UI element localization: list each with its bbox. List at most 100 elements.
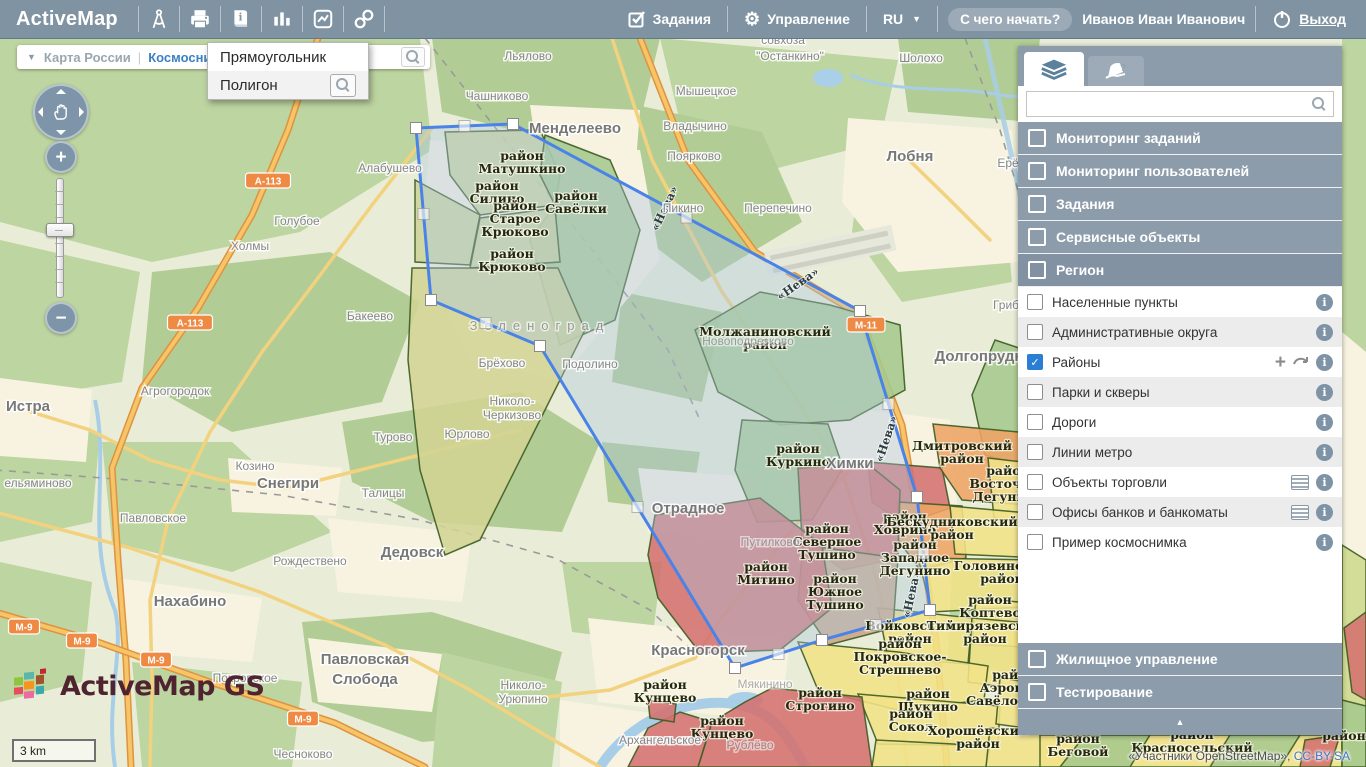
group-checkbox[interactable] [1028, 162, 1046, 180]
group-checkbox[interactable] [1028, 228, 1046, 246]
layer-row[interactable]: Объекты торговлиi [1018, 467, 1342, 497]
info-icon[interactable]: i [1316, 354, 1333, 371]
info-icon[interactable]: i [1316, 504, 1333, 521]
polygon-vertex-handle[interactable] [508, 119, 519, 130]
breadcrumb-root[interactable]: Карта России [44, 50, 131, 65]
city-label: Павловское [120, 511, 187, 525]
menu-item-1[interactable]: Прямоугольник [208, 43, 368, 71]
polygon-midpoint-handle[interactable] [918, 548, 929, 559]
city-label: Мышецкое [676, 84, 737, 98]
menu-search-button[interactable] [330, 74, 356, 97]
polygon-midpoint-handle[interactable] [871, 620, 882, 631]
layer-checkbox[interactable] [1027, 444, 1043, 460]
info-icon[interactable]: i [1316, 444, 1333, 461]
layer-checkbox[interactable] [1027, 294, 1043, 310]
polygon-vertex-handle[interactable] [925, 605, 936, 616]
layer-row[interactable]: Населенные пунктыi [1018, 287, 1342, 317]
group-checkbox[interactable] [1028, 129, 1046, 147]
zoom-slider-track[interactable] [56, 178, 64, 298]
city-label: Холмы [231, 239, 269, 253]
tab-legend[interactable]: ? [1088, 56, 1144, 86]
pan-control[interactable] [33, 84, 89, 140]
layer-row[interactable]: Административные округаi [1018, 317, 1342, 347]
polygon-midpoint-handle[interactable] [773, 649, 784, 660]
menu-item-2[interactable]: Полигон [208, 71, 368, 99]
pan-left-icon[interactable] [38, 107, 43, 117]
info-icon[interactable]: i [1316, 534, 1333, 551]
layer-group-header[interactable]: Тестирование [1018, 676, 1342, 709]
polygon-midpoint-handle[interactable] [883, 399, 894, 410]
group-checkbox[interactable] [1028, 683, 1046, 701]
layer-checkbox[interactable] [1027, 534, 1043, 550]
reference-button[interactable]: i [221, 0, 261, 38]
panel-collapse-button[interactable]: ▲ [1018, 709, 1342, 735]
layer-checkbox[interactable] [1027, 474, 1043, 490]
layer-row[interactable]: Пример космоснимкаi [1018, 527, 1342, 557]
info-icon[interactable]: i [1316, 474, 1333, 491]
layer-group-header[interactable]: Мониторинг заданий [1018, 122, 1342, 155]
pan-down-icon[interactable] [56, 130, 66, 135]
polygon-midpoint-handle[interactable] [480, 318, 491, 329]
layer-checkbox[interactable] [1027, 504, 1043, 520]
attribute-table-icon[interactable] [1291, 505, 1309, 520]
group-checkbox[interactable] [1028, 261, 1046, 279]
pan-right-icon[interactable] [79, 107, 84, 117]
reports-button[interactable] [303, 0, 343, 38]
logout-button[interactable]: Выход [1266, 9, 1352, 29]
info-icon[interactable]: i [1316, 324, 1333, 341]
user-name[interactable]: Иванов Иван Иванович [1082, 11, 1245, 27]
svg-text:А-113: А-113 [255, 177, 282, 188]
zoom-in-button[interactable]: + [45, 141, 77, 173]
layer-row[interactable]: Дорогиi [1018, 407, 1342, 437]
polygon-vertex-handle[interactable] [535, 341, 546, 352]
info-icon[interactable]: i [1316, 414, 1333, 431]
info-icon[interactable]: i [1316, 294, 1333, 311]
share-link-button[interactable] [344, 0, 384, 38]
polygon-vertex-handle[interactable] [411, 123, 422, 134]
polygon-midpoint-handle[interactable] [632, 502, 643, 513]
attribution-license-link[interactable]: CC-BY-SA [1294, 749, 1350, 763]
layer-group-header[interactable]: Жилищное управление [1018, 643, 1342, 676]
layer-checkbox[interactable] [1027, 324, 1043, 340]
layer-group-header[interactable]: Задания [1018, 188, 1342, 221]
polygon-vertex-handle[interactable] [855, 306, 866, 317]
statistics-button[interactable] [262, 0, 302, 38]
zoom-out-button[interactable]: − [45, 302, 77, 334]
polygon-vertex-handle[interactable] [817, 635, 828, 646]
tab-layers[interactable] [1024, 52, 1084, 86]
info-icon[interactable]: i [1316, 384, 1333, 401]
admin-button[interactable]: ⚙ Управление [738, 10, 856, 28]
polygon-vertex-handle[interactable] [912, 492, 923, 503]
measure-tool-button[interactable] [139, 0, 179, 38]
attribute-table-icon[interactable] [1291, 475, 1309, 490]
polygon-midpoint-handle[interactable] [459, 121, 470, 132]
layer-row[interactable]: Офисы банков и банкоматыi [1018, 497, 1342, 527]
group-checkbox[interactable] [1028, 195, 1046, 213]
polygon-vertex-handle[interactable] [426, 295, 437, 306]
layer-checkbox[interactable]: ✓ [1027, 354, 1043, 370]
layer-checkbox[interactable] [1027, 414, 1043, 430]
group-checkbox[interactable] [1028, 650, 1046, 668]
layer-checkbox[interactable] [1027, 384, 1043, 400]
layer-group-header[interactable]: Регион [1018, 254, 1342, 287]
polygon-midpoint-handle[interactable] [418, 209, 429, 220]
reorder-icon[interactable] [1293, 354, 1309, 370]
layer-group-header[interactable]: Сервисные объекты [1018, 221, 1342, 254]
pan-up-icon[interactable] [56, 89, 66, 94]
print-button[interactable] [180, 0, 220, 38]
add-object-icon[interactable]: + [1275, 353, 1286, 372]
layer-actions: i [1291, 474, 1333, 491]
city-label: Поярково [667, 149, 721, 163]
getting-started-button[interactable]: С чего начать? [948, 8, 1072, 31]
polygon-vertex-handle[interactable] [730, 663, 741, 674]
tasks-button[interactable]: Задания [622, 10, 717, 28]
map-search-button[interactable] [401, 47, 425, 67]
layer-row[interactable]: ✓Районы+i [1018, 347, 1342, 377]
layer-row[interactable]: Линии метроi [1018, 437, 1342, 467]
layer-search-input[interactable] [1026, 91, 1334, 117]
polygon-midpoint-handle[interactable] [681, 212, 692, 223]
layer-group-header[interactable]: Мониторинг пользователей [1018, 155, 1342, 188]
breadcrumb-caret-icon[interactable]: ▼ [27, 52, 36, 62]
language-selector[interactable]: RU ▼ [877, 11, 927, 27]
layer-row[interactable]: Парки и скверыi [1018, 377, 1342, 407]
